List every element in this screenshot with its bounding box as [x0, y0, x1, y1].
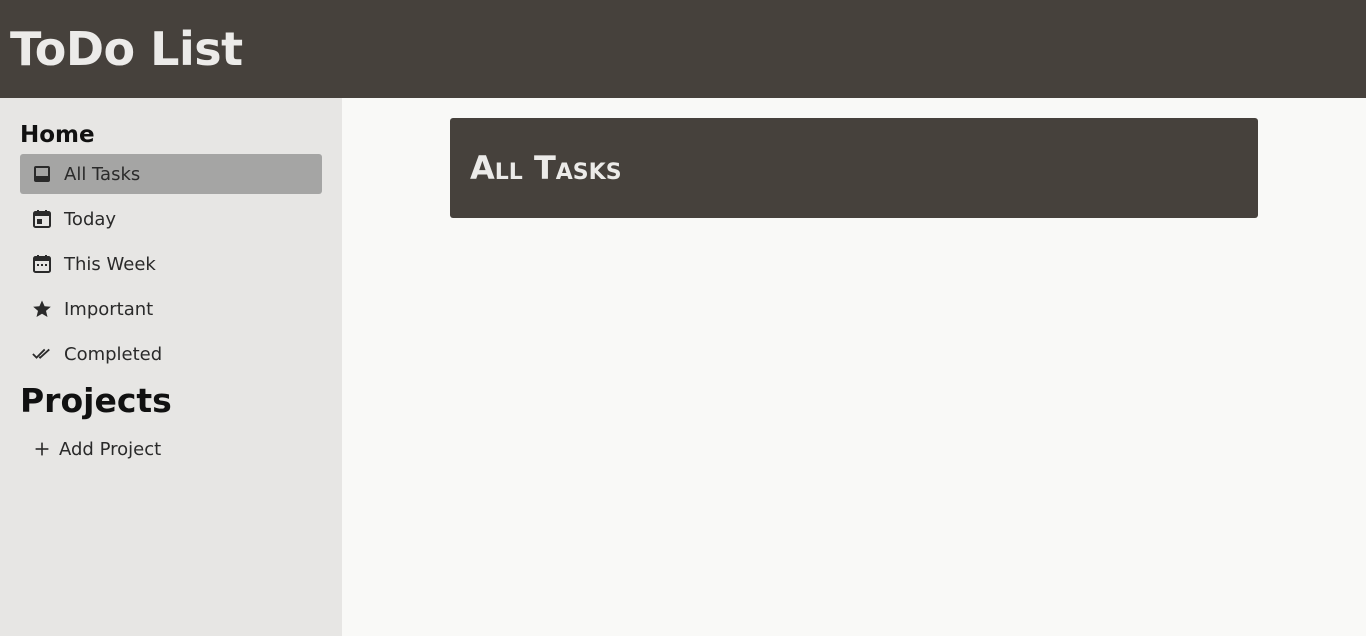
add-project-label: Add Project — [59, 438, 162, 460]
sidebar: Home All Tasks Today This Week Important… — [0, 98, 342, 636]
sidebar-item-all-tasks[interactable]: All Tasks — [20, 154, 322, 194]
sidebar-item-label: Today — [64, 208, 117, 230]
calendar-today-icon — [32, 209, 52, 229]
page-title: All Tasks — [470, 149, 622, 187]
main-content: All Tasks — [342, 98, 1366, 636]
sidebar-item-label: Important — [64, 298, 154, 320]
double-check-icon — [32, 344, 52, 364]
sidebar-item-today[interactable]: Today — [20, 199, 322, 239]
home-heading: Home — [20, 122, 95, 148]
add-project-button[interactable]: Add Project — [20, 429, 322, 469]
plus-icon — [32, 439, 52, 459]
sidebar-item-label: This Week — [64, 253, 156, 275]
sidebar-item-completed[interactable]: Completed — [20, 334, 322, 374]
calendar-week-icon — [32, 254, 52, 274]
star-icon — [32, 299, 52, 319]
sidebar-item-this-week[interactable]: This Week — [20, 244, 322, 284]
inbox-icon — [32, 164, 52, 184]
projects-heading: Projects — [20, 381, 172, 420]
sidebar-item-important[interactable]: Important — [20, 289, 322, 329]
app-title: ToDo List — [10, 22, 243, 76]
app-header: ToDo List — [0, 0, 1366, 98]
sidebar-item-label: All Tasks — [64, 163, 141, 185]
main-header: All Tasks — [450, 118, 1258, 218]
sidebar-item-label: Completed — [64, 343, 163, 365]
